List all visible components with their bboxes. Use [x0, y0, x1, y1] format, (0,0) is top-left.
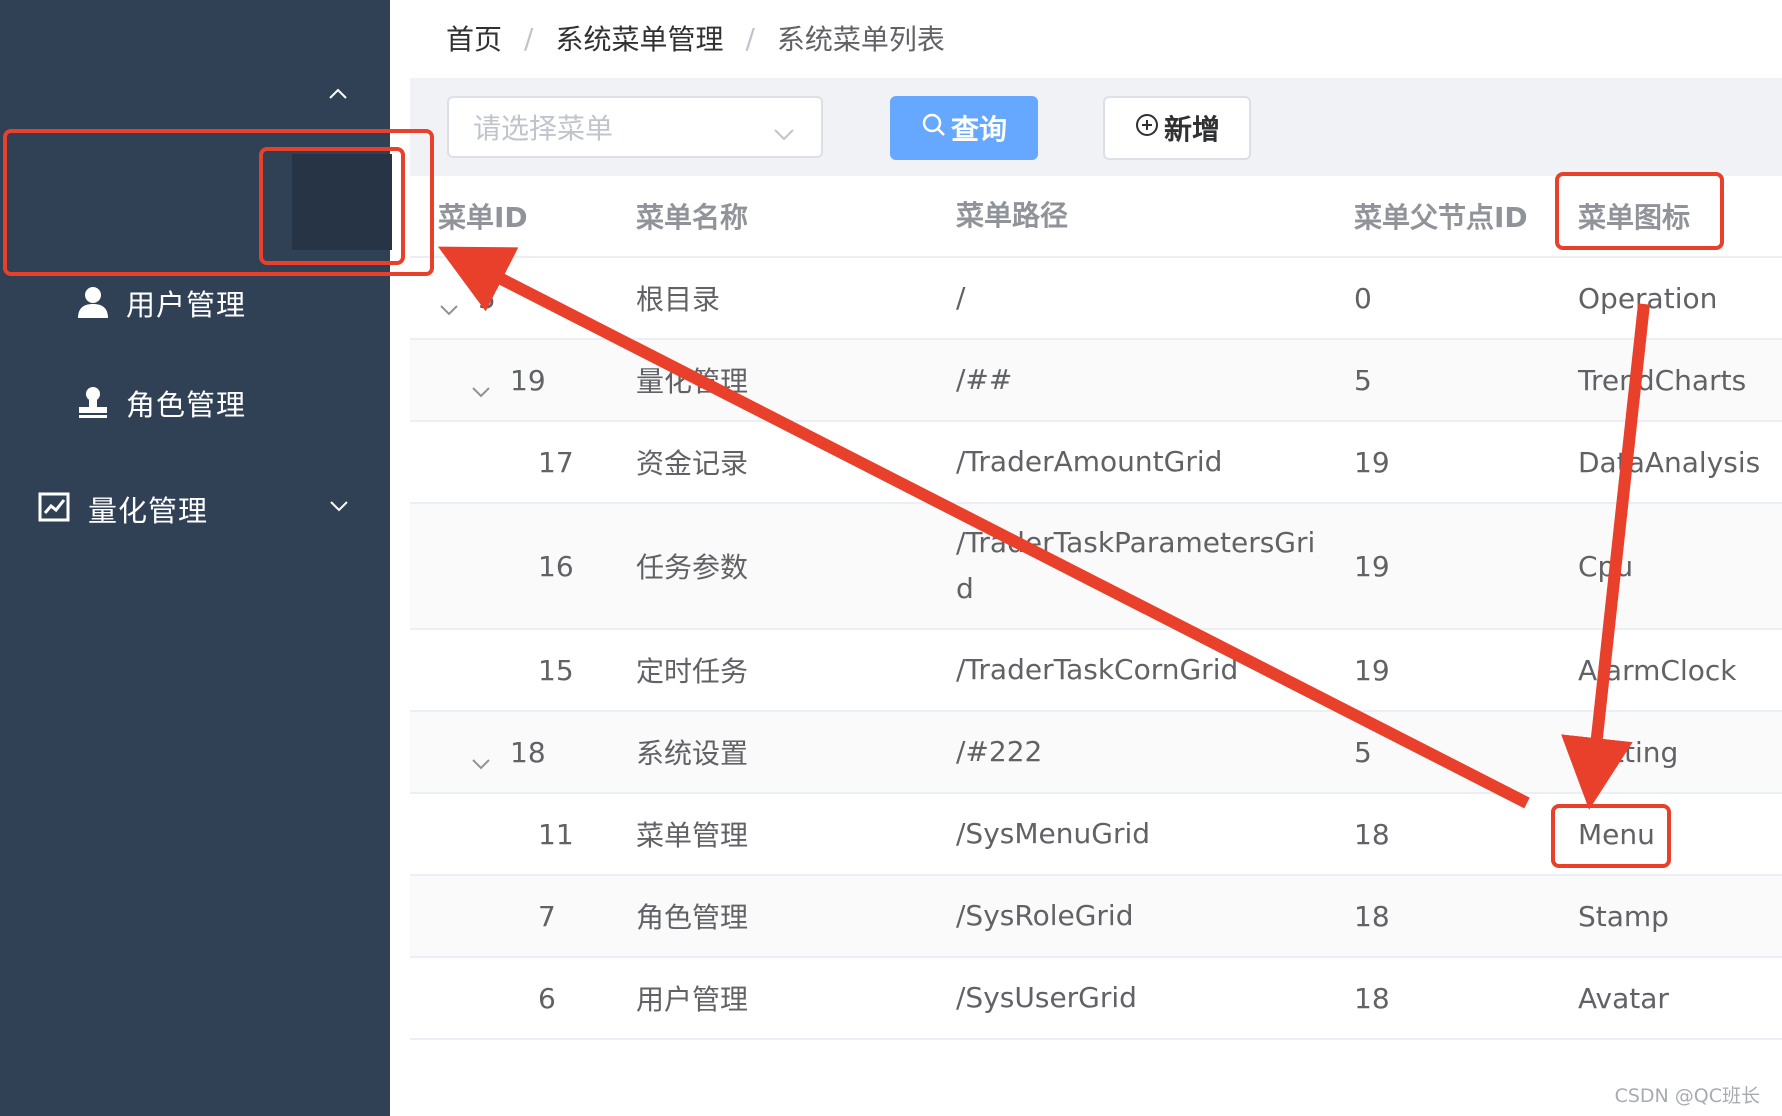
- cell-id: 5: [478, 281, 496, 315]
- breadcrumb-system-menu[interactable]: 系统菜单管理: [555, 18, 723, 58]
- breadcrumb-separator: /: [745, 21, 755, 55]
- cell-id: 19: [510, 363, 546, 397]
- search-button-label: 查询: [950, 113, 1007, 146]
- table-row[interactable]: 19 量化管理 /## 5 TrendCharts: [410, 340, 1782, 422]
- table-row[interactable]: 18 系统设置 /#222 5 Setting: [410, 712, 1782, 794]
- breadcrumb-home[interactable]: 首页: [446, 18, 502, 58]
- cell-icon-name: Setting: [1578, 735, 1679, 769]
- breadcrumb-separator: /: [524, 21, 534, 55]
- selected-menu-item-icon[interactable]: [292, 154, 392, 250]
- sidebar-item-user-management[interactable]: 用户管理: [76, 282, 246, 324]
- cell-icon-name: Avatar: [1578, 981, 1669, 1015]
- breadcrumb-current: 系统菜单列表: [776, 23, 945, 56]
- menu-select[interactable]: 请选择菜单: [447, 96, 823, 158]
- sidebar-item-label: 用户管理: [126, 288, 247, 322]
- chevron-down-icon: [771, 118, 797, 141]
- column-header-id: 菜单ID: [438, 201, 528, 234]
- cell-name: 角色管理: [636, 901, 749, 934]
- cell-path: /##: [956, 363, 1013, 396]
- expand-caret-icon[interactable]: [438, 291, 460, 316]
- cell-path: /#222: [956, 735, 1043, 768]
- search-icon: [921, 112, 951, 145]
- breadcrumb: 首页 / 系统菜单管理 / 系统菜单列表: [446, 14, 945, 62]
- cell-name: 用户管理: [636, 983, 749, 1016]
- watermark: CSDN @QC班长: [1614, 1085, 1760, 1107]
- expand-caret-icon[interactable]: [470, 373, 492, 398]
- table-row[interactable]: 16 任务参数 /TraderTaskParametersGrid 19 Cpu: [410, 504, 1782, 630]
- cell-name: 菜单管理: [636, 819, 749, 852]
- cell-name: 量化管理: [636, 365, 749, 398]
- circle-plus-icon: [1134, 112, 1164, 145]
- cell-parent-id: 0: [1354, 281, 1372, 315]
- column-header-parent-id: 菜单父节点ID: [1354, 201, 1528, 234]
- cell-name: 系统设置: [636, 737, 749, 770]
- column-header-name: 菜单名称: [636, 201, 749, 234]
- cell-icon-name: DataAnalysis: [1578, 445, 1761, 479]
- main-content: 请选择菜单 查询 新增 菜单ID 菜单名称 菜单路径 菜单父节点ID 菜单图标: [410, 78, 1782, 1116]
- cell-icon-name: Stamp: [1578, 899, 1669, 933]
- cell-path: /SysRoleGrid: [956, 899, 1134, 932]
- cell-name: 根目录: [636, 283, 721, 316]
- add-button-label: 新增: [1163, 113, 1220, 146]
- cell-parent-id: 5: [1354, 363, 1372, 397]
- sidebar-item-role-management[interactable]: 角色管理: [76, 382, 246, 424]
- cell-icon-name: Operation: [1578, 281, 1718, 315]
- cell-path: /TraderTaskCornGrid: [956, 653, 1239, 686]
- user-icon: [76, 285, 112, 321]
- cell-id: 18: [510, 735, 546, 769]
- toolbar: 请选择菜单 查询 新增: [410, 78, 1782, 176]
- cell-icon-name: AlarmClock: [1578, 653, 1737, 687]
- sidebar-item-label: 量化管理: [88, 494, 209, 528]
- cell-name: 定时任务: [636, 655, 749, 688]
- cell-icon-name: Menu: [1578, 817, 1655, 851]
- cell-parent-id: 18: [1354, 899, 1390, 933]
- table-row[interactable]: 7 角色管理 /SysRoleGrid 18 Stamp: [410, 876, 1782, 958]
- cell-parent-id: 18: [1354, 817, 1390, 851]
- cell-parent-id: 18: [1354, 981, 1390, 1015]
- chevron-down-icon[interactable]: [322, 494, 356, 518]
- cell-name: 任务参数: [636, 551, 749, 584]
- select-placeholder: 请选择菜单: [473, 112, 614, 145]
- table-row[interactable]: 15 定时任务 /TraderTaskCornGrid 19 AlarmCloc…: [410, 630, 1782, 712]
- expand-caret-icon[interactable]: [470, 745, 492, 770]
- cell-name: 资金记录: [636, 447, 749, 480]
- cell-path: /: [956, 281, 966, 314]
- cell-icon-name: TrendCharts: [1578, 363, 1747, 397]
- cell-icon-name: Cpu: [1578, 549, 1634, 583]
- table-row[interactable]: 6 用户管理 /SysUserGrid 18 Avatar: [410, 958, 1782, 1040]
- cell-path: /SysMenuGrid: [956, 817, 1151, 850]
- table-row[interactable]: 5 根目录 / 0 Operation: [410, 258, 1782, 340]
- search-button[interactable]: 查询: [890, 96, 1038, 160]
- cell-path: /TraderTaskParametersGrid: [956, 526, 1316, 605]
- chevron-up-icon[interactable]: [318, 78, 358, 108]
- trend-charts-icon: [38, 491, 74, 527]
- stamp-icon: [76, 385, 112, 421]
- cell-parent-id: 5: [1354, 735, 1372, 769]
- cell-parent-id: 19: [1354, 549, 1390, 583]
- table-row[interactable]: 17 资金记录 /TraderAmountGrid 19 DataAnalysi…: [410, 422, 1782, 504]
- sidebar-item-quant-management[interactable]: 量化管理: [38, 488, 208, 530]
- sidebar: 用户管理 角色管理 量化管理: [0, 0, 392, 1116]
- cell-parent-id: 19: [1354, 445, 1390, 479]
- column-header-path: 菜单路径: [956, 199, 1069, 232]
- column-header-icon: 菜单图标: [1578, 201, 1691, 234]
- cell-path: /SysUserGrid: [956, 981, 1137, 1014]
- add-button[interactable]: 新增: [1103, 96, 1251, 160]
- sidebar-item-label: 角色管理: [126, 388, 247, 422]
- cell-path: /TraderAmountGrid: [956, 445, 1223, 478]
- table-row[interactable]: 11 菜单管理 /SysMenuGrid 18 Menu: [410, 794, 1782, 876]
- table-header: 菜单ID 菜单名称 菜单路径 菜单父节点ID 菜单图标: [410, 176, 1782, 258]
- cell-parent-id: 19: [1354, 653, 1390, 687]
